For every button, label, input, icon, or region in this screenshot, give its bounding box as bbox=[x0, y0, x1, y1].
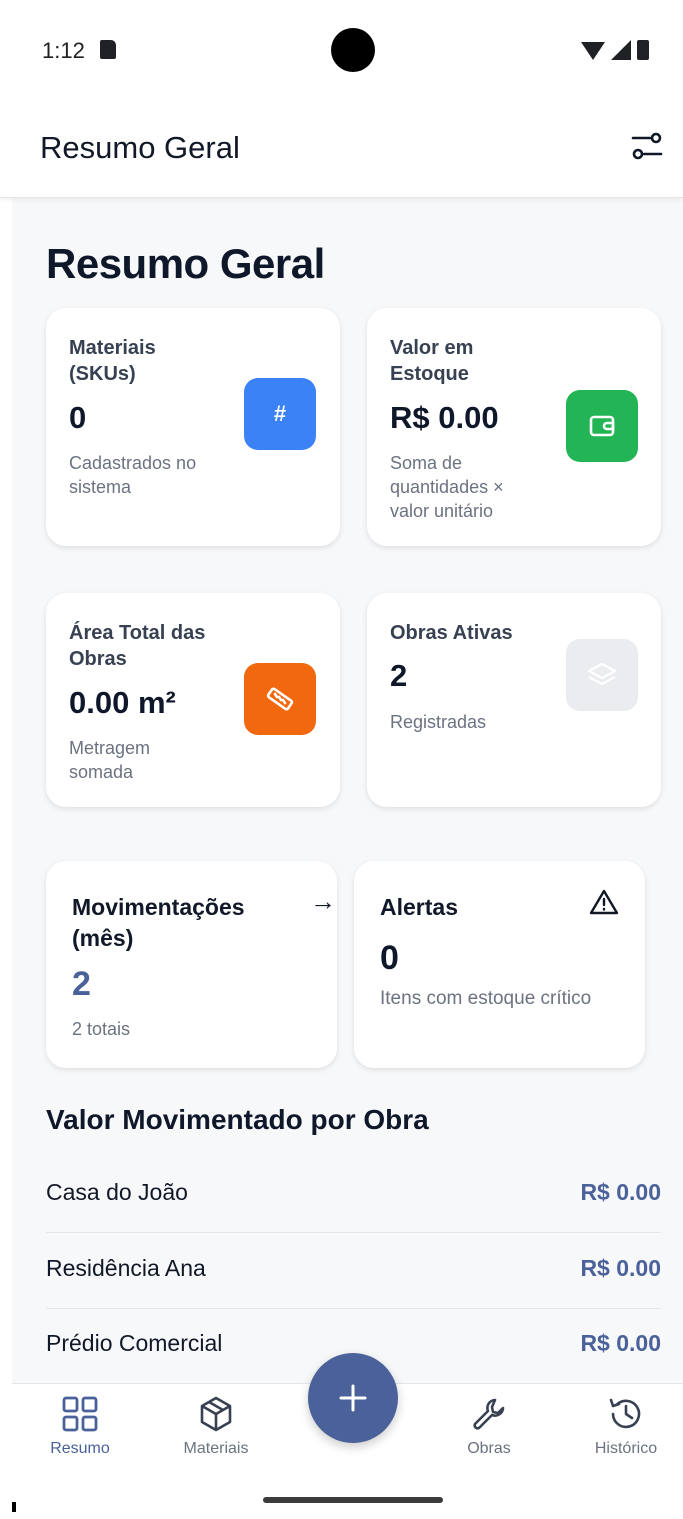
card-subtitle: sistema bbox=[69, 477, 132, 497]
obra-amount: R$ 0.00 bbox=[580, 1255, 661, 1281]
bottom-nav: Resumo Materiais Obras Histórico bbox=[12, 1353, 683, 1483]
nav-item-resumo[interactable]: Resumo bbox=[30, 1394, 130, 1474]
card-label: Valor em bbox=[390, 337, 474, 359]
obra-name: Prédio Comercial bbox=[46, 1330, 223, 1356]
card-movimentacoes[interactable]: Movimentações (mês) 2 2 totais bbox=[46, 861, 337, 1068]
card-value: 0.00 m² bbox=[69, 685, 176, 720]
app-bar-title: Resumo Geral bbox=[40, 130, 240, 165]
obra-name: Casa do João bbox=[46, 1179, 188, 1205]
nav-label: Obras bbox=[467, 1440, 511, 1457]
grid-icon bbox=[62, 1396, 98, 1432]
card-label: Área Total das bbox=[69, 622, 206, 644]
screen-corner bbox=[12, 1502, 22, 1512]
card-label: Alertas bbox=[380, 894, 458, 920]
hash-glyph: # bbox=[273, 401, 287, 426]
card-label: (SKUs) bbox=[69, 363, 136, 385]
arrow-right-icon[interactable]: → bbox=[310, 886, 336, 917]
obra-row[interactable]: Residência Ana R$ 0.00 bbox=[46, 1233, 661, 1309]
nav-item-materiais[interactable]: Materiais bbox=[166, 1394, 266, 1474]
sd-card-icon bbox=[100, 40, 116, 59]
card-subtitle: quantidades × bbox=[390, 477, 504, 497]
card-alertas[interactable]: Alertas 0 Itens com estoque crítico bbox=[354, 861, 645, 1068]
wrench-icon bbox=[473, 1398, 505, 1430]
home-indicator[interactable] bbox=[263, 1497, 443, 1503]
section-title: Valor Movimentado por Obra bbox=[46, 1104, 429, 1135]
card-subtitle: Itens com estoque crítico bbox=[380, 988, 592, 1009]
wifi-icon bbox=[581, 42, 605, 60]
card-value: 0 bbox=[380, 939, 399, 977]
main-content: Resumo Geral Materiais (SKUs) 0 Cadastra… bbox=[12, 198, 683, 1383]
card-area-total[interactable]: Área Total das Obras 0.00 m² Metragem so… bbox=[46, 593, 340, 807]
card-value: 2 bbox=[390, 658, 408, 693]
ruler-icon bbox=[244, 663, 316, 735]
sliders-icon bbox=[631, 132, 663, 160]
card-materiais[interactable]: Materiais (SKUs) 0 Cadastrados no sistem… bbox=[46, 308, 340, 546]
add-button[interactable] bbox=[308, 1353, 398, 1443]
card-label: Movimentações bbox=[72, 894, 245, 920]
page-title: Resumo Geral bbox=[46, 240, 325, 287]
obra-amount: R$ 0.00 bbox=[580, 1179, 661, 1205]
layers-icon bbox=[566, 639, 638, 711]
card-subtitle: valor unitário bbox=[390, 501, 494, 521]
card-subtitle: Metragem bbox=[69, 738, 151, 758]
card-value: 2 bbox=[72, 965, 91, 1003]
nav-label: Resumo bbox=[50, 1440, 110, 1457]
card-subtitle: 2 totais bbox=[72, 1019, 131, 1039]
filter-button[interactable] bbox=[629, 128, 665, 164]
obra-name: Residência Ana bbox=[46, 1255, 206, 1281]
hash-icon: # bbox=[244, 378, 316, 450]
card-label: (mês) bbox=[72, 925, 134, 951]
card-value: R$ 0.00 bbox=[390, 400, 499, 435]
card-subtitle: Cadastrados no bbox=[69, 453, 197, 473]
card-valor-estoque[interactable]: Valor em Estoque R$ 0.00 Soma de quantid… bbox=[367, 308, 661, 546]
obra-amount: R$ 0.00 bbox=[580, 1330, 661, 1356]
obra-row[interactable]: Casa do João R$ 0.00 bbox=[46, 1157, 661, 1233]
card-label: Obras Ativas bbox=[390, 622, 513, 644]
wallet-icon bbox=[566, 390, 638, 462]
app-bar: Resumo Geral bbox=[0, 100, 683, 198]
card-subtitle: Registradas bbox=[390, 712, 487, 732]
status-time: 1:12 bbox=[42, 38, 85, 63]
plus-icon bbox=[339, 1384, 367, 1412]
battery-icon bbox=[637, 40, 649, 60]
card-label: Estoque bbox=[390, 363, 469, 385]
box-icon bbox=[200, 1396, 232, 1432]
nav-label: Histórico bbox=[594, 1440, 658, 1457]
warning-icon bbox=[589, 889, 619, 915]
card-obras-ativas[interactable]: Obras Ativas 2 Registradas bbox=[367, 593, 661, 807]
system-icons bbox=[581, 40, 649, 60]
camera-cutout bbox=[331, 28, 375, 72]
card-subtitle: Soma de bbox=[390, 453, 463, 473]
nav-item-obras[interactable]: Obras bbox=[439, 1394, 539, 1474]
card-label: Obras bbox=[69, 648, 127, 670]
status-bar: 1:12 bbox=[0, 0, 683, 100]
card-subtitle: somada bbox=[69, 762, 134, 782]
card-value: 0 bbox=[69, 400, 87, 435]
card-label: Materiais bbox=[69, 337, 156, 359]
nav-item-historico[interactable]: Histórico bbox=[576, 1394, 676, 1474]
signal-icon bbox=[611, 40, 631, 60]
nav-label: Materiais bbox=[183, 1440, 249, 1457]
history-icon bbox=[609, 1398, 641, 1429]
